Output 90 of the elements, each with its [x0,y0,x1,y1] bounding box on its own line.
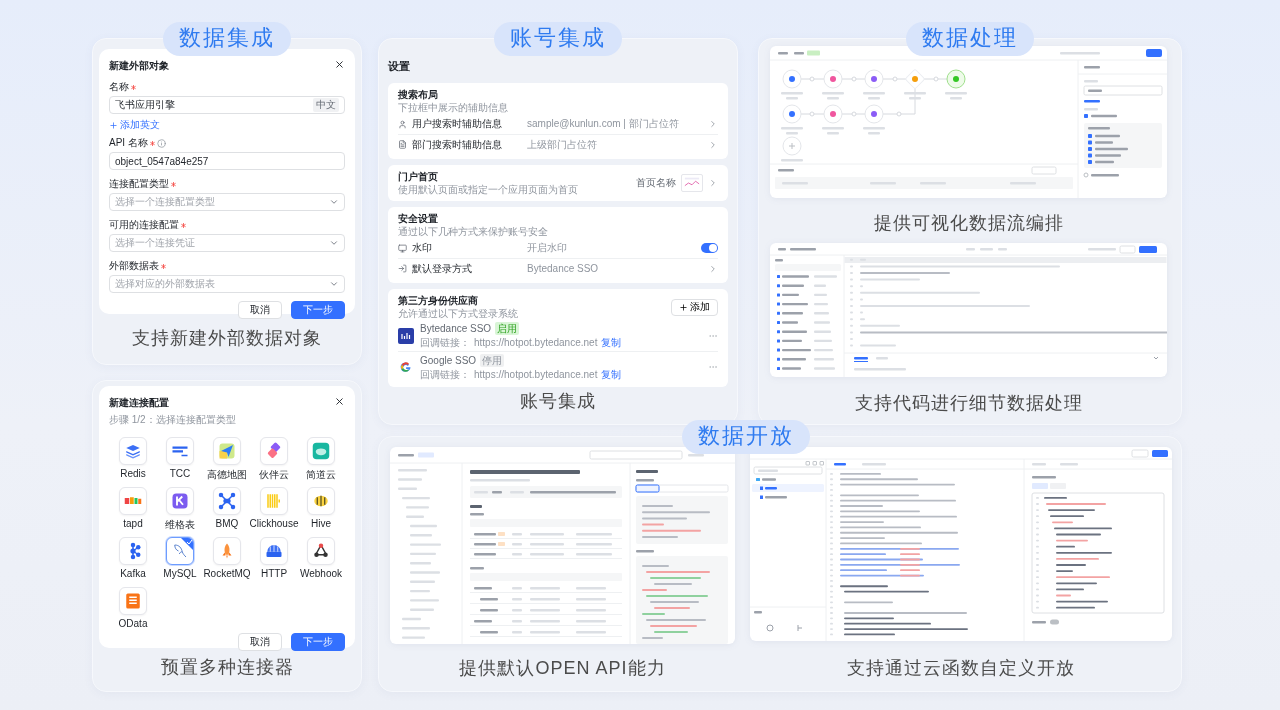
section-badge: 账号集成 [494,22,622,56]
input-field[interactable]: object_0547a84e257 [109,152,345,170]
connector-option[interactable]: HTTP [250,537,298,583]
feature-caption: 提供默认OPEN API能力 [459,657,666,680]
dialog-title: 新建外部对象 [109,59,169,73]
page-thumbnail-icon [681,174,703,192]
feature-caption: 支持代码进行细节数据处理 [854,392,1083,415]
connector-option[interactable]: 维格表 [156,487,204,533]
status-tag: 启用 [495,322,520,335]
plus-icon [679,302,688,312]
connector-option[interactable]: Webhook [297,537,345,583]
cancel-button[interactable]: 取消 [238,301,282,319]
callback-label: 回调链接： [420,367,470,381]
section-subtitle: 下拉框中展示的辅助信息 [398,101,508,114]
next-button[interactable]: 下一步 [291,301,345,319]
connector-option[interactable]: Redis [109,437,157,483]
status-tag: 停用 [480,353,505,367]
setting-value: sample@kunlun.com | 部门占位符 [527,117,680,131]
user-icon [398,119,407,129]
section-subtitle: 通过以下几种方式来保护账号安全 [398,225,548,238]
field-label: 连接配置类型 [109,177,169,191]
connector-option[interactable]: TCC [156,437,204,483]
callback-label: 回调链接： [420,336,470,349]
section-title: 搜索布局 [398,88,439,101]
provider-name: Google SSO [420,353,477,367]
chevron-right-icon[interactable] [708,178,718,188]
field-label: 可用的连接配置 [109,218,179,232]
dialog-subtitle: 步骤 1/2：选择连接配置类型 [109,413,236,427]
field-label: API 名称 [109,136,148,150]
field-label: 外部数据表 [109,259,159,273]
dialog-title: 新建连接配置 [109,396,170,410]
connector-option[interactable]: BMQ [203,487,251,533]
connector-option[interactable]: 高德地图 [203,437,251,483]
close-icon[interactable] [334,59,345,70]
setting-label: 水印 [412,241,433,255]
provider-logo-icon [398,327,414,344]
chevron-right-icon[interactable] [708,119,718,129]
add-button[interactable]: 添加 [671,298,718,316]
chevron-down-icon [329,238,339,248]
connector-option[interactable]: 简道云 [297,437,345,483]
connector-option[interactable]: 伙伴云 [250,437,298,483]
section-subtitle: 使用默认页面或指定一个应用页面为首页 [398,183,578,196]
setting-value: Bytedance SSO [527,263,600,274]
field-label: 名称 [109,80,129,94]
section-title: 第三方身份供应商 [398,294,479,307]
feature-caption: 预置多种连接器 [160,656,294,679]
connector-option[interactable]: Hive [297,487,345,533]
add-link[interactable]: 添加英文 [109,118,160,132]
callback-url: https://hotpot.bytedance.net [474,336,598,349]
connector-option[interactable]: OData [109,587,157,633]
connector-option[interactable]: RocketMQ [203,537,251,583]
page-title: 设置 [388,59,411,74]
section-badge: 数据集成 [163,22,291,56]
cancel-button[interactable]: 取消 [238,633,282,651]
monitor-icon [398,243,407,253]
input-field[interactable]: 飞书应用引擎 中文 [109,96,345,114]
section-subtitle: 允许通过以下方式登录系统 [398,307,518,320]
close-icon[interactable] [334,396,345,407]
connector-option[interactable]: Kafka [109,537,157,583]
connector-option[interactable]: Clickhouse [250,487,298,533]
login-icon [398,264,407,273]
copy-link[interactable]: 复制 [601,367,622,381]
chevron-down-icon [329,279,339,289]
chevron-right-icon[interactable] [708,263,718,274]
next-button[interactable]: 下一步 [291,633,345,651]
section-badge: 数据开放 [682,420,810,454]
chevron-right-icon[interactable] [708,139,718,150]
setting-label: 部门搜索时辅助信息 [412,137,503,152]
section-title: 门户首页 [398,170,439,183]
setting-value: 开启水印 [527,241,568,255]
plus-icon [109,120,118,130]
copy-link[interactable]: 复制 [601,336,622,349]
chevron-down-icon [329,197,339,207]
feature-caption: 账号集成 [520,390,596,413]
homepage-name: 首页名称 [636,176,676,190]
setting-label: 用户搜索时辅助信息 [412,117,503,131]
feature-caption: 支持新建外部数据对象 [132,327,322,350]
connector-option[interactable]: tapd [109,487,157,533]
toggle-switch[interactable] [701,243,718,253]
language-tag: 中文 [313,98,339,112]
feature-caption: 提供可视化数据流编排 [873,212,1064,235]
section-badge: 数据处理 [906,22,1034,56]
document-icon [398,140,407,149]
setting-label: 默认登录方式 [412,261,473,276]
feature-caption: 支持通过云函数自定义开放 [847,657,1075,680]
setting-value: 上级部门占位符 [527,137,598,152]
connector-option[interactable]: MySQL [156,537,204,583]
callback-url: https://hotpot.bytedance.net [474,367,598,381]
section-title: 安全设置 [398,212,439,225]
provider-name: Bytedance SSO [420,322,492,335]
